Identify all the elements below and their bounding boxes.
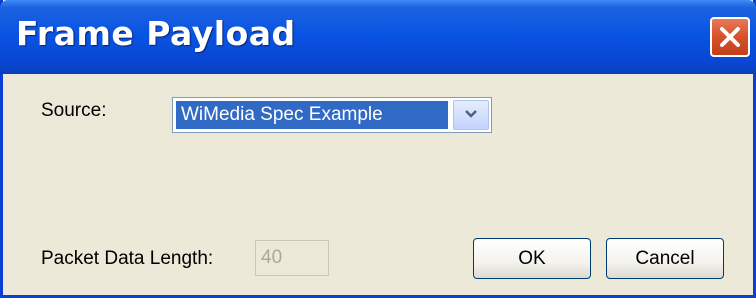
chevron-down-icon: [464, 106, 478, 124]
close-button[interactable]: [710, 17, 750, 57]
title-bar[interactable]: Frame Payload: [0, 0, 756, 74]
frame-payload-dialog: Frame Payload Source: WiMedia Spec Examp…: [0, 0, 756, 298]
packet-data-length-label: Packet Data Length:: [41, 248, 214, 269]
source-dropdown[interactable]: WiMedia Spec Example: [172, 97, 492, 133]
close-icon: [717, 24, 743, 50]
cancel-button[interactable]: Cancel: [606, 238, 724, 279]
source-selected-value: WiMedia Spec Example: [176, 101, 448, 129]
window-title: Frame Payload: [16, 14, 296, 53]
packet-data-length-field: 40: [255, 240, 329, 276]
dropdown-arrow-button[interactable]: [453, 100, 489, 130]
source-label: Source:: [41, 100, 107, 121]
ok-button[interactable]: OK: [473, 238, 591, 279]
